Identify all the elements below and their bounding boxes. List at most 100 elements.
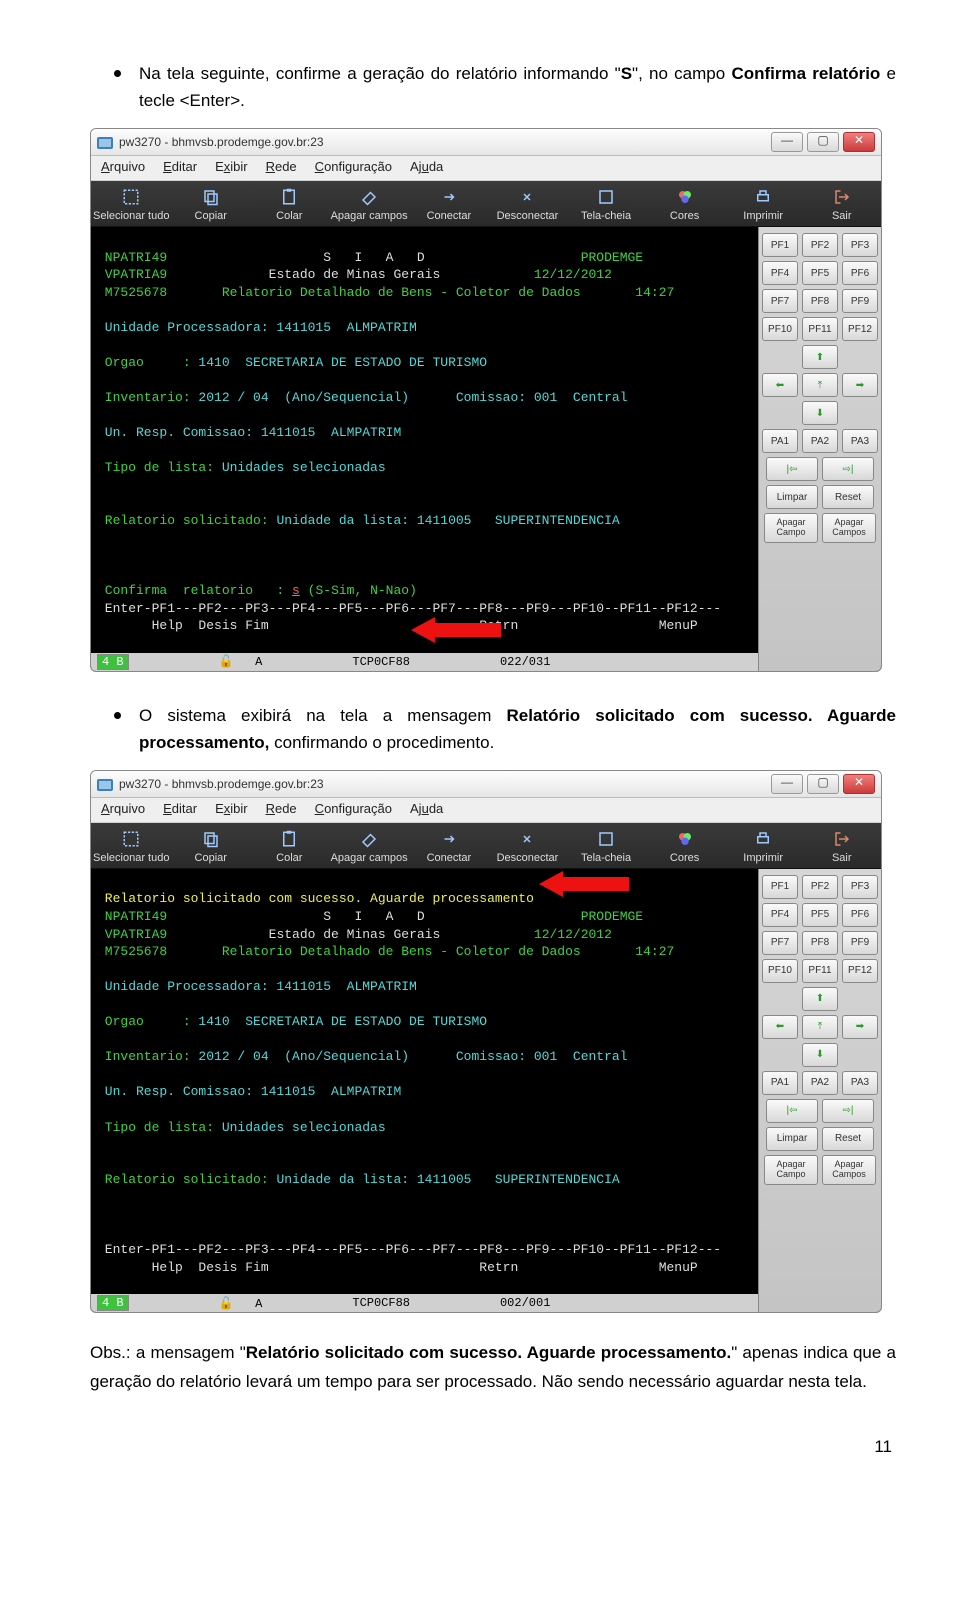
- keypad-right[interactable]: ➡: [842, 1015, 878, 1039]
- keypad-pf2[interactable]: PF2: [802, 233, 838, 257]
- keypad-pa3[interactable]: PA3: [842, 429, 878, 453]
- menu-arquivo[interactable]: Arquivo: [101, 159, 145, 174]
- keypad-pa1[interactable]: PA1: [762, 429, 798, 453]
- keypad-pf10[interactable]: PF10: [762, 959, 798, 983]
- keypad-limpar[interactable]: Limpar: [766, 1127, 818, 1151]
- window-title: pw3270 - bhmvsb.prodemge.gov.br:23: [119, 135, 767, 149]
- keypad-reset[interactable]: Reset: [822, 1127, 874, 1151]
- keypad-pf11[interactable]: PF11: [802, 959, 838, 983]
- keypad-reset[interactable]: Reset: [822, 485, 874, 509]
- keypad-home[interactable]: ⤒: [802, 1015, 838, 1039]
- minimize-button[interactable]: —: [771, 774, 803, 794]
- keypad-pf8[interactable]: PF8: [802, 931, 838, 955]
- toolbar-copiar[interactable]: Copiar: [171, 829, 250, 864]
- window-titlebar[interactable]: pw3270 - bhmvsb.prodemge.gov.br:23 — ▢ ✕: [91, 771, 881, 798]
- keypad-prev-tab[interactable]: |⇦: [766, 1099, 818, 1123]
- app-icon: [97, 135, 113, 149]
- keypad-pf7[interactable]: PF7: [762, 289, 798, 313]
- keypad-apagar-campo[interactable]: Apagar Campo: [764, 513, 818, 543]
- keypad-apagar-campos[interactable]: Apagar Campos: [822, 1155, 876, 1185]
- keypad-limpar[interactable]: Limpar: [766, 485, 818, 509]
- menu-rede[interactable]: Rede: [266, 801, 297, 816]
- close-button[interactable]: ✕: [843, 132, 875, 152]
- keypad-left[interactable]: ⬅: [762, 373, 798, 397]
- menu-arquivo[interactable]: Arquivo: [101, 801, 145, 816]
- toolbar-desconectar[interactable]: Desconectar: [488, 187, 567, 222]
- keypad-pf3[interactable]: PF3: [842, 875, 878, 899]
- connect-icon: [438, 829, 460, 849]
- app-icon: [97, 777, 113, 791]
- keypad-pf4[interactable]: PF4: [762, 261, 798, 285]
- keypad-down[interactable]: ⬇: [802, 401, 838, 425]
- print-icon: [752, 829, 774, 849]
- keypad-up[interactable]: ⬆: [802, 987, 838, 1011]
- menu-rede[interactable]: Rede: [266, 159, 297, 174]
- keypad-pf9[interactable]: PF9: [842, 289, 878, 313]
- toolbar-apagar-campos[interactable]: Apagar campos: [329, 187, 410, 222]
- keypad-pf1[interactable]: PF1: [762, 233, 798, 257]
- terminal-screen-1[interactable]: NPATRI49 S I A D PRODEMGE VPATRIA9 Estad…: [91, 227, 758, 652]
- menu-configuracao[interactable]: Configuração: [315, 801, 392, 816]
- keypad-pf3[interactable]: PF3: [842, 233, 878, 257]
- keypad-next-tab[interactable]: ⇨|: [822, 457, 874, 481]
- exit-icon: [831, 187, 853, 207]
- toolbar-cores[interactable]: Cores: [645, 829, 724, 864]
- menu-configuracao[interactable]: Configuração: [315, 159, 392, 174]
- toolbar-copiar[interactable]: Copiar: [171, 187, 250, 222]
- toolbar-desconectar[interactable]: Desconectar: [488, 829, 567, 864]
- keypad-prev-tab[interactable]: |⇦: [766, 457, 818, 481]
- maximize-button[interactable]: ▢: [807, 132, 839, 152]
- toolbar-tela-cheia[interactable]: Tela-cheia: [567, 187, 646, 222]
- toolbar-sair[interactable]: Sair: [802, 829, 881, 864]
- keypad-down[interactable]: ⬇: [802, 1043, 838, 1067]
- minimize-button[interactable]: —: [771, 132, 803, 152]
- toolbar-conectar[interactable]: Conectar: [410, 829, 489, 864]
- keypad-pf1[interactable]: PF1: [762, 875, 798, 899]
- toolbar-selecionar-tudo[interactable]: Selecionar tudo: [91, 829, 171, 864]
- toolbar-imprimir[interactable]: Imprimir: [724, 829, 803, 864]
- keypad-pa1[interactable]: PA1: [762, 1071, 798, 1095]
- keypad-up[interactable]: ⬆: [802, 345, 838, 369]
- keypad-pf4[interactable]: PF4: [762, 903, 798, 927]
- terminal-screen-2[interactable]: Relatorio solicitado com sucesso. Aguard…: [91, 869, 758, 1294]
- toolbar-colar[interactable]: Colar: [250, 187, 329, 222]
- keypad-pf11[interactable]: PF11: [802, 317, 838, 341]
- toolbar-cores[interactable]: Cores: [645, 187, 724, 222]
- keypad-home[interactable]: ⤒: [802, 373, 838, 397]
- menu-editar[interactable]: Editar: [163, 801, 197, 816]
- keypad-apagar-campos[interactable]: Apagar Campos: [822, 513, 876, 543]
- menu-ajuda[interactable]: Ajuda: [410, 801, 443, 816]
- menu-ajuda[interactable]: Ajuda: [410, 159, 443, 174]
- keypad-right[interactable]: ➡: [842, 373, 878, 397]
- keypad-pf6[interactable]: PF6: [842, 261, 878, 285]
- toolbar-sair[interactable]: Sair: [802, 187, 881, 222]
- keypad-pf5[interactable]: PF5: [802, 903, 838, 927]
- keypad-pa2[interactable]: PA2: [802, 1071, 838, 1095]
- keypad-left[interactable]: ⬅: [762, 1015, 798, 1039]
- keypad-pa2[interactable]: PA2: [802, 429, 838, 453]
- toolbar-imprimir[interactable]: Imprimir: [724, 187, 803, 222]
- keypad-pa3[interactable]: PA3: [842, 1071, 878, 1095]
- window-titlebar[interactable]: pw3270 - bhmvsb.prodemge.gov.br:23 — ▢ ✕: [91, 129, 881, 156]
- toolbar-colar[interactable]: Colar: [250, 829, 329, 864]
- menu-editar[interactable]: Editar: [163, 159, 197, 174]
- keypad-next-tab[interactable]: ⇨|: [822, 1099, 874, 1123]
- menu-exibir[interactable]: Exibir: [215, 159, 248, 174]
- menu-exibir[interactable]: Exibir: [215, 801, 248, 816]
- keypad-pf9[interactable]: PF9: [842, 931, 878, 955]
- toolbar-tela-cheia[interactable]: Tela-cheia: [567, 829, 646, 864]
- toolbar-apagar-campos[interactable]: Apagar campos: [329, 829, 410, 864]
- toolbar-conectar[interactable]: Conectar: [410, 187, 489, 222]
- keypad-pf5[interactable]: PF5: [802, 261, 838, 285]
- keypad-apagar-campo[interactable]: Apagar Campo: [764, 1155, 818, 1185]
- maximize-button[interactable]: ▢: [807, 774, 839, 794]
- close-button[interactable]: ✕: [843, 774, 875, 794]
- keypad-pf2[interactable]: PF2: [802, 875, 838, 899]
- keypad-pf12[interactable]: PF12: [842, 959, 878, 983]
- keypad-pf6[interactable]: PF6: [842, 903, 878, 927]
- keypad-pf7[interactable]: PF7: [762, 931, 798, 955]
- toolbar-selecionar-tudo[interactable]: Selecionar tudo: [91, 187, 171, 222]
- keypad-pf10[interactable]: PF10: [762, 317, 798, 341]
- keypad-pf12[interactable]: PF12: [842, 317, 878, 341]
- keypad-pf8[interactable]: PF8: [802, 289, 838, 313]
